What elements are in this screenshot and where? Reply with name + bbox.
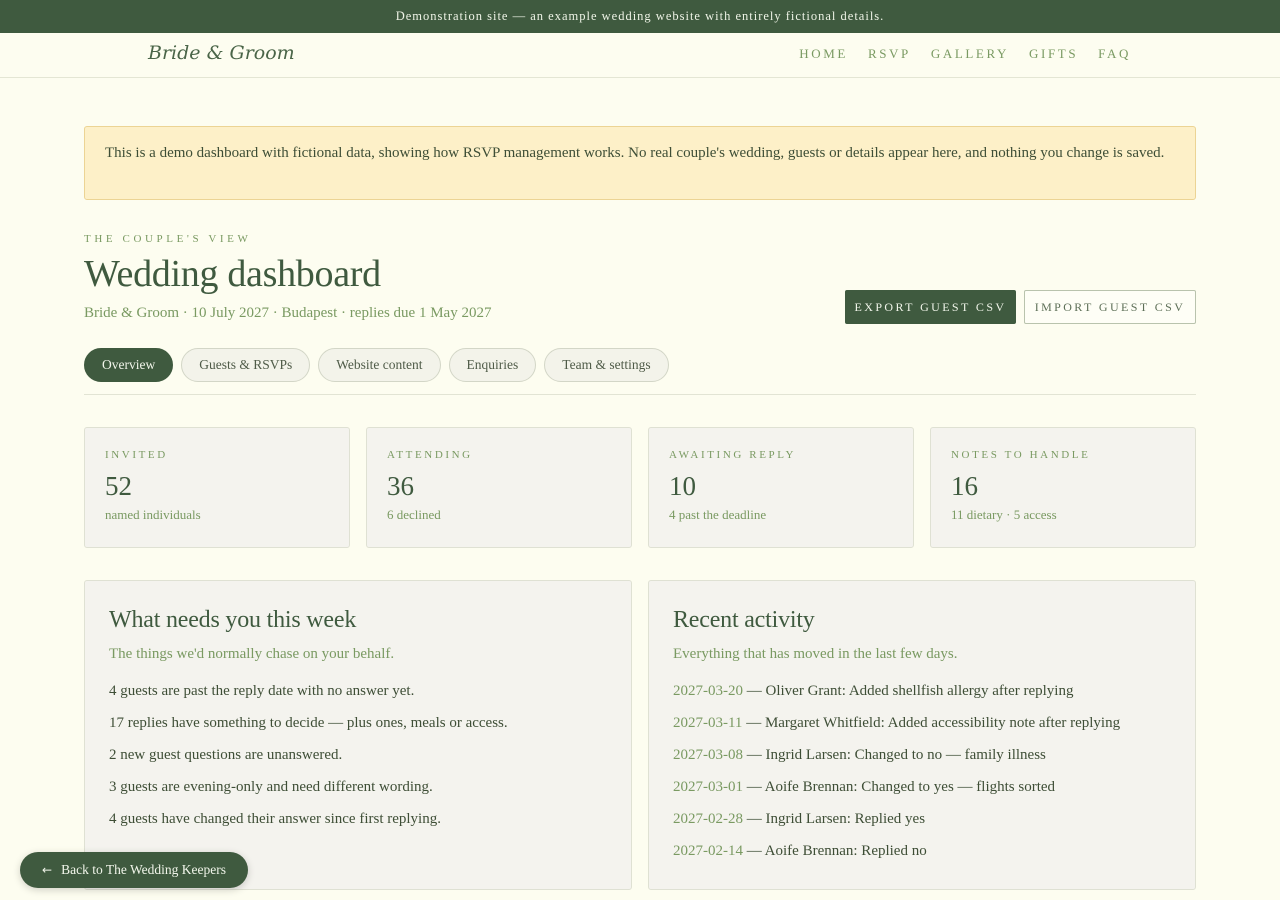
stat-card-attending: ATTENDING 36 6 declined xyxy=(366,427,632,548)
activity-date: 2027-03-20 xyxy=(673,683,743,699)
activity-item: 2027-03-11 — Margaret Whitfield: Added a… xyxy=(673,713,1171,733)
back-to-wedding-keepers-button[interactable]: ← Back to The Wedding Keepers xyxy=(20,852,248,888)
activity-text: — Ingrid Larsen: Replied yes xyxy=(743,811,926,827)
this-week-panel: What needs you this week The things we'd… xyxy=(84,580,632,890)
stat-label: INVITED xyxy=(105,449,168,461)
activity-list: 2027-03-20 — Oliver Grant: Added shellfi… xyxy=(673,681,1171,861)
panel-title: What needs you this week xyxy=(109,607,357,633)
list-item: 17 replies have something to decide — pl… xyxy=(109,715,508,731)
activity-item: 2027-02-28 — Ingrid Larsen: Replied yes xyxy=(673,809,1171,829)
activity-date: 2027-03-01 xyxy=(673,779,743,795)
activity-date: 2027-02-14 xyxy=(673,843,743,859)
stat-card-notes: NOTES TO HANDLE 16 11 dietary · 5 access xyxy=(930,427,1196,548)
panel-title: Recent activity xyxy=(673,607,815,633)
export-csv-button[interactable]: EXPORT GUEST CSV xyxy=(845,290,1016,324)
demo-notice: This is a demo dashboard with fictional … xyxy=(84,126,1196,200)
tab-enquiries[interactable]: Enquiries xyxy=(448,348,537,382)
stat-label: ATTENDING xyxy=(387,449,473,461)
stat-card-awaiting-reply: AWAITING REPLY 10 4 past the deadline xyxy=(648,427,914,548)
stat-subtext: 4 past the deadline xyxy=(669,507,767,522)
back-button-label: Back to The Wedding Keepers xyxy=(61,862,226,877)
page-title: Wedding dashboard xyxy=(84,253,381,295)
arrow-left-icon: ← xyxy=(42,863,53,877)
tab-guests-rsvps[interactable]: Guests & RSVPs xyxy=(181,348,311,382)
import-csv-button[interactable]: IMPORT GUEST CSV xyxy=(1024,290,1196,324)
stat-subtext: 6 declined xyxy=(387,507,441,522)
activity-text: — Oliver Grant: Added shellfish allergy … xyxy=(743,683,1074,699)
activity-text: — Aoife Brennan: Changed to yes — flight… xyxy=(743,779,1056,795)
activity-text: — Ingrid Larsen: Changed to no — family … xyxy=(743,747,1046,763)
stat-value: 52 xyxy=(105,471,132,501)
wedding-details: Bride & Groom · 10 July 2027 · Budapest … xyxy=(84,305,492,321)
activity-item: 2027-02-14 — Aoife Brennan: Replied no xyxy=(673,841,1171,861)
activity-item: 2027-03-20 — Oliver Grant: Added shellfi… xyxy=(673,681,1171,701)
activity-date: 2027-02-28 xyxy=(673,811,743,827)
recent-activity-panel: Recent activity Everything that has move… xyxy=(648,580,1196,890)
tab-website-content[interactable]: Website content xyxy=(318,348,441,382)
site-navbar: Bride & Groom HOME RSVP GALLERY GIFTS FA… xyxy=(0,33,1280,78)
list-item: 4 guests have changed their answer since… xyxy=(109,811,441,827)
nav-link-gallery[interactable]: GALLERY xyxy=(931,46,1009,62)
tab-team-settings[interactable]: Team & settings xyxy=(544,348,669,382)
list-item: 3 guests are evening-only and need diffe… xyxy=(109,779,433,795)
stat-value: 36 xyxy=(387,471,414,501)
stat-subtext: 11 dietary · 5 access xyxy=(951,507,1057,522)
todo-list: 4 guests are past the reply date with no… xyxy=(109,681,607,829)
nav-link-gifts[interactable]: GIFTS xyxy=(1029,46,1078,62)
tab-overview[interactable]: Overview xyxy=(84,348,174,382)
stat-subtext: named individuals xyxy=(105,507,201,522)
stat-value: 16 xyxy=(951,471,978,501)
activity-text: — Aoife Brennan: Replied no xyxy=(743,843,927,859)
list-item: 2 new guest questions are unanswered. xyxy=(109,747,343,763)
activity-item: 2027-03-08 — Ingrid Larsen: Changed to n… xyxy=(673,745,1171,765)
nav-link-rsvp[interactable]: RSVP xyxy=(868,46,911,62)
nav-link-home[interactable]: HOME xyxy=(799,46,848,62)
list-item: 4 guests are past the reply date with no… xyxy=(109,683,415,699)
brand-logo[interactable]: Bride & Groom xyxy=(148,42,295,64)
stat-label: NOTES TO HANDLE xyxy=(951,449,1091,461)
demo-banner: Demonstration site — an example wedding … xyxy=(0,0,1280,33)
stat-card-invited: INVITED 52 named individuals xyxy=(84,427,350,548)
activity-date: 2027-03-08 xyxy=(673,747,743,763)
activity-text: — Margaret Whitfield: Added accessibilit… xyxy=(742,715,1121,731)
nav-links: HOME RSVP GALLERY GIFTS FAQ xyxy=(799,46,1131,62)
stat-value: 10 xyxy=(669,471,696,501)
panel-subtitle: The things we'd normally chase on your b… xyxy=(109,646,395,662)
page-eyebrow: THE COUPLE'S VIEW xyxy=(84,233,252,245)
stat-label: AWAITING REPLY xyxy=(669,449,796,461)
nav-link-faq[interactable]: FAQ xyxy=(1098,46,1131,62)
tabs-divider xyxy=(84,394,1196,395)
panel-subtitle: Everything that has moved in the last fe… xyxy=(673,646,958,662)
activity-item: 2027-03-01 — Aoife Brennan: Changed to y… xyxy=(673,777,1171,797)
activity-date: 2027-03-11 xyxy=(673,715,743,731)
dashboard-tabs: Overview Guests & RSVPs Website content … xyxy=(84,348,669,382)
